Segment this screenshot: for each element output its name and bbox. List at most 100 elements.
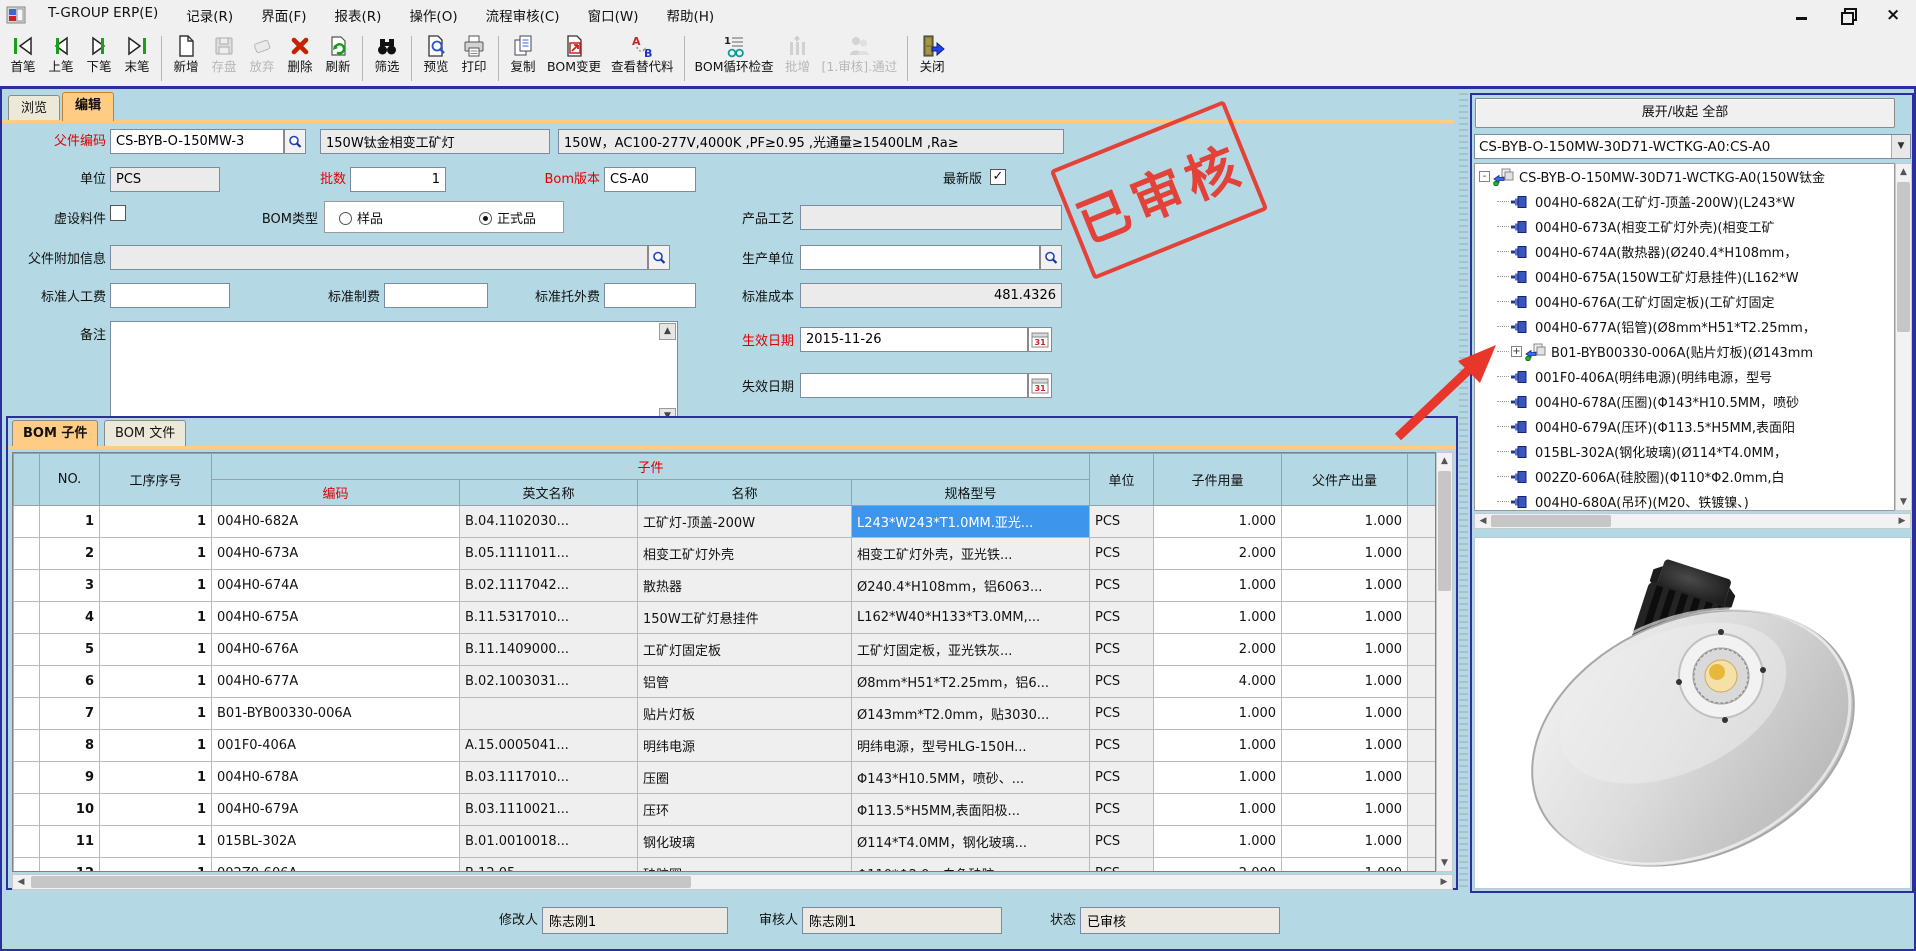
cell-more[interactable]	[1408, 794, 1436, 826]
bom-version-dropdown[interactable]: CS-BYB-O-150MW-30D71-WCTKG-A0:CS-A0 ▼	[1474, 134, 1911, 159]
radio-official[interactable]: 正式品	[479, 208, 536, 227]
cell-no[interactable]: 11	[40, 826, 100, 858]
col-out[interactable]: 父件产出量	[1282, 454, 1408, 506]
scrollbar-thumb[interactable]	[1897, 182, 1910, 332]
cell-seq[interactable]: 1	[100, 826, 212, 858]
menu-item-5[interactable]: 流程审核(C)	[472, 1, 574, 29]
menu-item-6[interactable]: 窗口(W)	[574, 1, 653, 29]
cell-spec[interactable]: L243*W243*T1.0MM.亚光...	[852, 506, 1090, 538]
cell-code[interactable]: 002Z0-606A	[212, 858, 460, 873]
cell-en[interactable]: B.03.1117010...	[460, 762, 638, 794]
cell-out[interactable]: 1.000	[1282, 538, 1408, 570]
tree-expander-icon[interactable]: +	[1511, 346, 1522, 357]
cell-spec[interactable]: Φ110*Φ2.0，白色硅胶...	[852, 858, 1090, 873]
bom-horizontal-scrollbar[interactable]: ◀ ▶	[12, 874, 1453, 890]
cell-out[interactable]: 1.000	[1282, 506, 1408, 538]
cell-qty[interactable]: 1.000	[1154, 506, 1282, 538]
bom-vertical-scrollbar[interactable]: ▲ ▼	[1436, 452, 1453, 872]
col-spec[interactable]: 规格型号	[852, 480, 1090, 506]
tree-node[interactable]: 004H0-682A(工矿灯-顶盖-200W)(L243*W	[1475, 189, 1894, 214]
cell-qty[interactable]: 2.000	[1154, 634, 1282, 666]
col-qty[interactable]: 子件用量	[1154, 454, 1282, 506]
cell-sel[interactable]	[14, 666, 40, 698]
tree-node[interactable]: 004H0-673A(相变工矿灯外壳)(相变工矿	[1475, 214, 1894, 239]
cell-out[interactable]: 1.000	[1282, 634, 1408, 666]
cell-sel[interactable]	[14, 762, 40, 794]
scroll-down-icon[interactable]: ▼	[1437, 855, 1452, 871]
cell-code[interactable]: 004H0-677A	[212, 666, 460, 698]
menu-item-1[interactable]: 记录(R)	[172, 1, 247, 29]
cell-name[interactable]: 相变工矿灯外壳	[638, 538, 852, 570]
cell-en[interactable]: A.15.0005041...	[460, 730, 638, 762]
tree-node[interactable]: 004H0-675A(150W工矿灯悬挂件)(L162*W	[1475, 264, 1894, 289]
cell-sel[interactable]	[14, 506, 40, 538]
cell-en[interactable]: B.02.1003031...	[460, 666, 638, 698]
cell-seq[interactable]: 1	[100, 506, 212, 538]
table-row[interactable]: 41004H0-675AB.11.5317010...150W工矿灯悬挂件L16…	[14, 602, 1437, 634]
col-en-name[interactable]: 英文名称	[460, 480, 638, 506]
prod-unit-search-button[interactable]	[1040, 245, 1062, 270]
chevron-down-icon[interactable]: ▼	[1891, 135, 1910, 158]
cell-spec[interactable]: 明纬电源，型号HLG-150H...	[852, 730, 1090, 762]
menu-item-4[interactable]: 操作(O)	[395, 1, 471, 29]
cell-more[interactable]	[1408, 634, 1436, 666]
cell-code[interactable]: 004H0-673A	[212, 538, 460, 570]
cell-qty[interactable]: 4.000	[1154, 666, 1282, 698]
parent-extra-search-button[interactable]	[648, 245, 670, 270]
cell-unit[interactable]: PCS	[1090, 698, 1154, 730]
cell-unit[interactable]: PCS	[1090, 858, 1154, 873]
table-row[interactable]: 81001F0-406AA.15.0005041...明纬电源明纬电源，型号HL…	[14, 730, 1437, 762]
cell-name[interactable]: 散热器	[638, 570, 852, 602]
cell-code[interactable]: 004H0-674A	[212, 570, 460, 602]
scroll-up-icon[interactable]: ▲	[1437, 453, 1452, 469]
cell-en[interactable]: B.03.1110021...	[460, 794, 638, 826]
scroll-right-icon[interactable]: ▶	[1436, 875, 1452, 889]
menu-item-3[interactable]: 报表(R)	[321, 1, 396, 29]
table-row[interactable]: 11004H0-682AB.04.1102030...工矿灯-顶盖-200WL2…	[14, 506, 1437, 538]
cell-unit[interactable]: PCS	[1090, 730, 1154, 762]
cell-out[interactable]: 1.000	[1282, 826, 1408, 858]
tree-node[interactable]: 004H0-677A(铝管)(Ø8mm*H51*T2.25mm，	[1475, 314, 1894, 339]
tree-node[interactable]: 015BL-302A(钢化玻璃)(Ø114*T4.0MM，	[1475, 439, 1894, 464]
cell-seq[interactable]: 1	[100, 634, 212, 666]
toolbar-button-新增[interactable]: 新增	[167, 32, 205, 85]
cell-spec[interactable]: L162*W40*H133*T3.0MM,...	[852, 602, 1090, 634]
cell-en[interactable]: B.01.0010018...	[460, 826, 638, 858]
cell-code[interactable]: 004H0-678A	[212, 762, 460, 794]
cell-code[interactable]: 004H0-676A	[212, 634, 460, 666]
toolbar-button-复制[interactable]: 复制	[504, 32, 542, 85]
table-row[interactable]: 91004H0-678AB.03.1117010...压圈Φ143*H10.5M…	[14, 762, 1437, 794]
cell-unit[interactable]: PCS	[1090, 666, 1154, 698]
tree-node[interactable]: 002Z0-606A(硅胶圈)(Φ110*Φ2.0mm,白	[1475, 464, 1894, 489]
toolbar-button-末笔[interactable]: 末笔	[118, 32, 156, 85]
toolbar-button-打印[interactable]: 打印	[455, 32, 493, 85]
cell-more[interactable]	[1408, 538, 1436, 570]
tree-vertical-scrollbar[interactable]: ▲ ▼	[1895, 163, 1912, 511]
bom-version-input[interactable]	[604, 167, 696, 192]
cell-unit[interactable]: PCS	[1090, 826, 1154, 858]
cell-seq[interactable]: 1	[100, 538, 212, 570]
tree-expander-icon[interactable]: -	[1479, 171, 1490, 182]
cell-more[interactable]	[1408, 858, 1436, 873]
col-seq[interactable]: 工序序号	[100, 454, 212, 506]
tree-node[interactable]: 004H0-674A(散热器)(Ø240.4*H108mm，	[1475, 239, 1894, 264]
table-row[interactable]: 31004H0-674AB.02.1117042...散热器Ø240.4*H10…	[14, 570, 1437, 602]
tab-bom-children[interactable]: BOM 子件	[12, 420, 98, 446]
remark-scroll-up-icon[interactable]: ▲	[659, 323, 676, 340]
latest-version-checkbox[interactable]: ✓	[990, 169, 1006, 185]
expire-date-input[interactable]	[800, 373, 1028, 398]
table-row[interactable]: 21004H0-673AB.05.1111011...相变工矿灯外壳相变工矿灯外…	[14, 538, 1437, 570]
cell-out[interactable]: 1.000	[1282, 794, 1408, 826]
toolbar-button-首笔[interactable]: 首笔	[4, 32, 42, 85]
cell-name[interactable]: 压环	[638, 794, 852, 826]
tree-node[interactable]: 004H0-676A(工矿灯固定板)(工矿灯固定	[1475, 289, 1894, 314]
toolbar-button-关闭[interactable]: 关闭	[913, 32, 951, 85]
col-name[interactable]: 名称	[638, 480, 852, 506]
table-row[interactable]: 71B01-BYB00330-006A贴片灯板Ø143mm*T2.0mm，贴30…	[14, 698, 1437, 730]
cell-spec[interactable]: Ø143mm*T2.0mm，贴3030...	[852, 698, 1090, 730]
table-row[interactable]: 101004H0-679AB.03.1110021...压环Φ113.5*H5M…	[14, 794, 1437, 826]
toolbar-button-筛选[interactable]: 筛选	[368, 32, 406, 85]
cell-unit[interactable]: PCS	[1090, 538, 1154, 570]
cell-en[interactable]: B.11.5317010...	[460, 602, 638, 634]
cell-sel[interactable]	[14, 858, 40, 873]
